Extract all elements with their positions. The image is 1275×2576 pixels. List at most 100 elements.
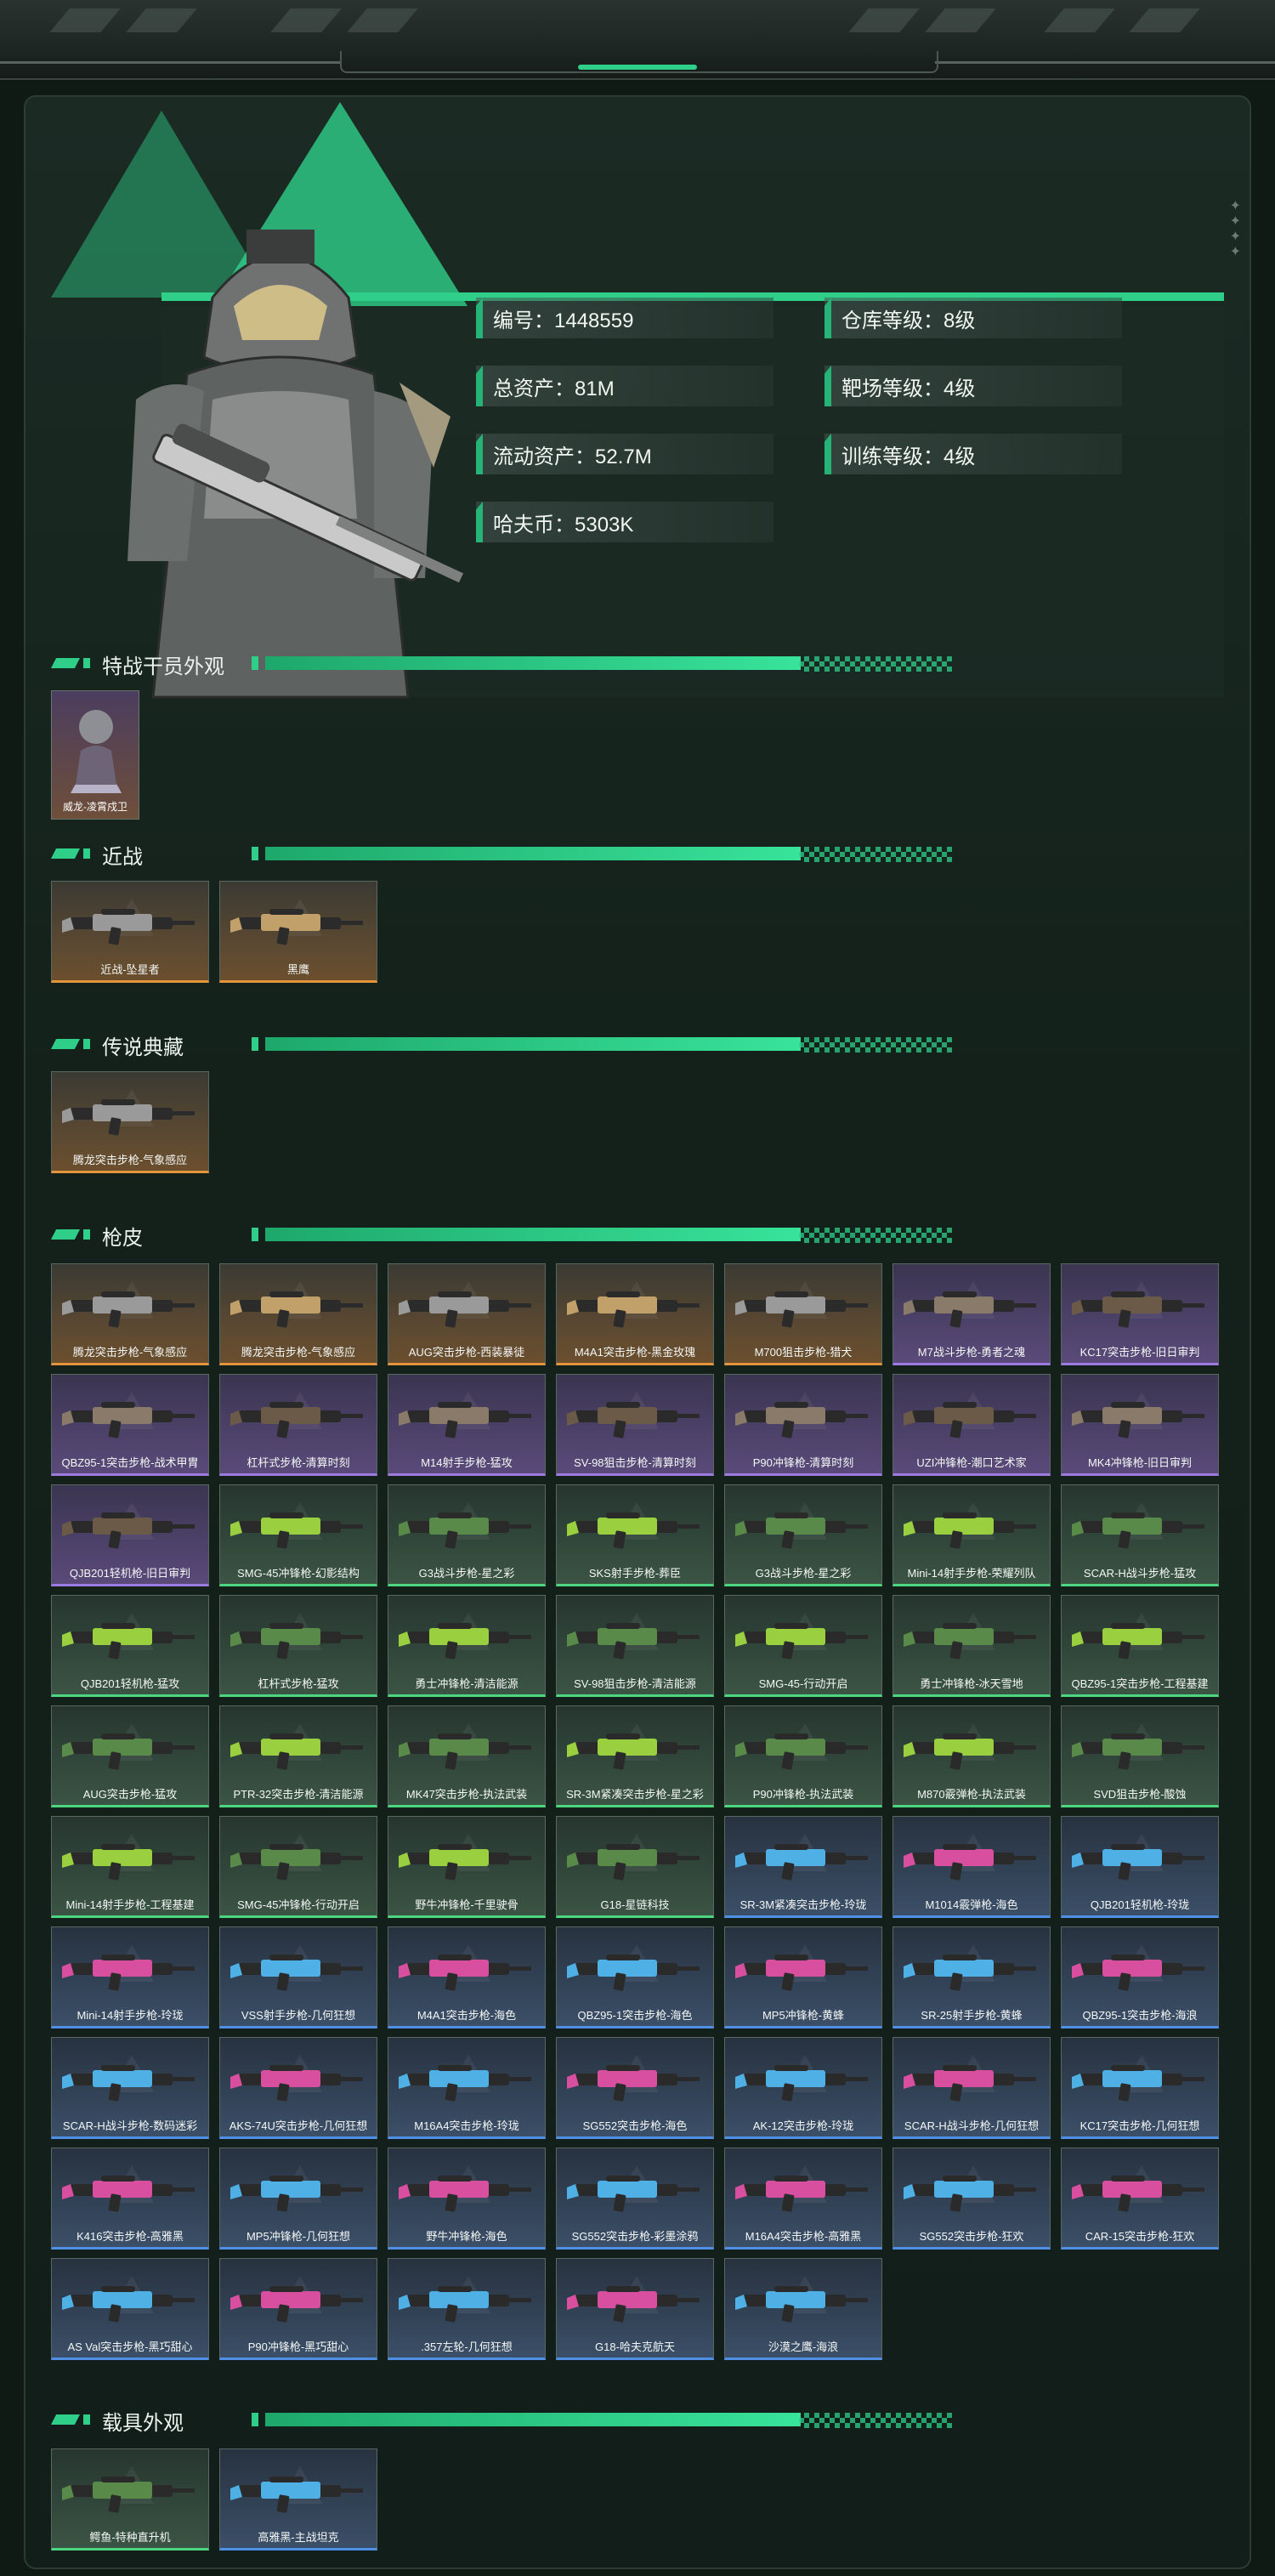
skin-card[interactable]: SG552突击步枪-海色 [556, 2037, 714, 2139]
skin-card[interactable]: M7战斗步枪-勇者之魂 [892, 1263, 1051, 1365]
vehicle-card[interactable]: 鳄鱼-特种直升机 [51, 2448, 209, 2550]
skin-card[interactable]: 勇士冲锋枪-清洁能源 [388, 1595, 546, 1697]
skin-card[interactable]: QBZ95-1突击步枪-战术甲胄 [51, 1374, 209, 1476]
skin-card[interactable]: MP5冲锋枪-几何狂想 [219, 2148, 377, 2250]
skin-image [230, 1402, 363, 1438]
skin-card[interactable]: M1014霰弹枪-海色 [892, 1816, 1051, 1918]
skin-card[interactable]: M16A4突击步枪-玲珑 [388, 2037, 546, 2139]
skin-card[interactable]: SKS射手步枪-葬臣 [556, 1484, 714, 1586]
skin-card[interactable]: KC17突击步枪-几何狂想 [1061, 2037, 1219, 2139]
skin-card[interactable]: G18-哈夫克航天 [556, 2258, 714, 2360]
skin-card[interactable]: CAR-15突击步枪-狂欢 [1061, 2148, 1219, 2250]
skin-card[interactable]: SR-25射手步枪-黄蜂 [892, 1926, 1051, 2028]
card-label: P90冲锋枪-黑巧甜心 [247, 2341, 349, 2353]
skin-card[interactable]: G3战斗步枪-星之彩 [388, 1484, 546, 1586]
stat-liquid-assets: 流动资产：52.7M [476, 434, 774, 474]
vehicle-card[interactable]: 高雅黑-主战坦克 [219, 2448, 377, 2550]
skin-card[interactable]: AUG突击步枪-西装暴徒 [388, 1263, 546, 1365]
skin-card[interactable]: QJB201轻机枪-旧日审判 [51, 1484, 209, 1586]
card-label: M7战斗步枪-勇者之魂 [917, 1346, 1026, 1359]
skin-card[interactable]: QBZ95-1突击步枪-海色 [556, 1926, 714, 2028]
skin-card[interactable]: SMG-45-行动开启 [724, 1595, 882, 1697]
card-label: PTR-32突击步枪-清洁能源 [233, 1788, 364, 1801]
skin-card[interactable]: M4A1突击步枪-黑金玫瑰 [556, 1263, 714, 1365]
skin-card[interactable]: Mini-14射手步枪-玲珑 [51, 1926, 209, 2028]
skin-card[interactable]: 杠杆式步枪-猛攻 [219, 1595, 377, 1697]
skin-card[interactable]: SR-3M紧凑突击步枪-玲珑 [724, 1816, 882, 1918]
skin-card[interactable]: 野牛冲锋枪-千里驶骨 [388, 1816, 546, 1918]
skin-card[interactable]: M16A4突击步枪-高雅黑 [724, 2148, 882, 2250]
skin-card[interactable]: QBZ95-1突击步枪-工程基建 [1061, 1595, 1219, 1697]
skin-card[interactable]: 野牛冲锋枪-海色 [388, 2148, 546, 2250]
card-label: 野牛冲锋枪-千里驶骨 [415, 1898, 518, 1911]
skin-card[interactable]: 杠杆式步枪-清算时刻 [219, 1374, 377, 1476]
skin-card[interactable]: AKS-74U突击步枪-几何狂想 [219, 2037, 377, 2139]
skin-card[interactable]: M700狙击步枪-猎犬 [724, 1263, 882, 1365]
card-label: SMG-45冲锋枪-幻影结构 [237, 1567, 360, 1580]
card-label: KC17突击步枪-旧日审判 [1080, 1346, 1200, 1359]
skin-card[interactable]: AS Val突击步枪-黑巧甜心 [51, 2258, 209, 2360]
skin-image [62, 2065, 195, 2102]
skin-card[interactable]: G3战斗步枪-星之彩 [724, 1484, 882, 1586]
skin-card[interactable]: 腾龙突击步枪-气象感应 [51, 1263, 209, 1365]
skin-card[interactable]: M4A1突击步枪-海色 [388, 1926, 546, 2028]
operator-skin-card[interactable]: 威龙-凌霄戍卫 [51, 690, 139, 820]
skin-card[interactable]: G18-星链科技 [556, 1816, 714, 1918]
skin-image [62, 1402, 195, 1438]
skin-card[interactable]: VSS射手步枪-几何狂想 [219, 1926, 377, 2028]
skin-card[interactable]: QBZ95-1突击步枪-海浪 [1061, 1926, 1219, 2028]
skin-card[interactable]: M870霰弹枪-执法武装 [892, 1705, 1051, 1807]
skin-card[interactable]: SG552突击步枪-狂欢 [892, 2148, 1051, 2250]
skin-card[interactable]: SV-98狙击步枪-清洁能源 [556, 1595, 714, 1697]
skin-image [1072, 1402, 1204, 1438]
stat-range-level: 靶场等级：4级 [824, 366, 1122, 406]
card-label: AUG突击步枪-西装暴徒 [408, 1346, 525, 1359]
skin-card[interactable]: MK47突击步枪-执法武装 [388, 1705, 546, 1807]
skin-card[interactable]: P90冲锋枪-黑巧甜心 [219, 2258, 377, 2360]
skin-card[interactable]: K416突击步枪-高雅黑 [51, 2148, 209, 2250]
skin-card[interactable]: P90冲锋枪-执法武装 [724, 1705, 882, 1807]
skin-card[interactable]: SR-3M紧凑突击步枪-星之彩 [556, 1705, 714, 1807]
skin-card[interactable]: PTR-32突击步枪-清洁能源 [219, 1705, 377, 1807]
melee-card[interactable]: 黑鹰 [219, 881, 377, 983]
skin-card[interactable]: AK-12突击步枪-玲珑 [724, 2037, 882, 2139]
skin-card[interactable]: QJB201轻机枪-玲珑 [1061, 1816, 1219, 1918]
skin-image [1072, 1512, 1204, 1549]
card-label: MP5冲锋枪-黄蜂 [762, 2009, 845, 2022]
skin-image [230, 2065, 363, 2102]
card-label: 威龙-凌霄戍卫 [63, 801, 128, 813]
legend-card[interactable]: 腾龙突击步枪-气象感应 [51, 1071, 209, 1173]
card-label: 杠杆式步枪-猛攻 [258, 1677, 339, 1690]
skin-card[interactable]: SCAR-H战斗步枪-数码迷彩 [51, 2037, 209, 2139]
skin-card[interactable]: 勇士冲锋枪-冰天雪地 [892, 1595, 1051, 1697]
skin-card[interactable]: P90冲锋枪-清算时刻 [724, 1374, 882, 1476]
skin-card[interactable]: Mini-14射手步枪-工程基建 [51, 1816, 209, 1918]
banner-line [0, 61, 340, 64]
skin-card[interactable]: .357左轮-几何狂想 [388, 2258, 546, 2360]
skin-card[interactable]: 沙漠之鹰-海浪 [724, 2258, 882, 2360]
card-label: G3战斗步枪-星之彩 [755, 1567, 852, 1580]
skin-card[interactable]: SV-98狙击步枪-清算时刻 [556, 1374, 714, 1476]
skin-card[interactable]: SMG-45冲锋枪-行动开启 [219, 1816, 377, 1918]
skin-card[interactable]: Mini-14射手步枪-荣耀列队 [892, 1484, 1051, 1586]
skin-card[interactable]: 腾龙突击步枪-气象感应 [219, 1263, 377, 1365]
skin-card[interactable]: AUG突击步枪-猛攻 [51, 1705, 209, 1807]
skin-image [904, 1955, 1036, 1991]
banner-accent [578, 65, 697, 70]
melee-card[interactable]: 近战-坠星者 [51, 881, 209, 983]
skin-card[interactable]: SMG-45冲锋枪-幻影结构 [219, 1484, 377, 1586]
skin-image [904, 1623, 1036, 1660]
skin-card[interactable]: UZI冲锋枪-潮口艺术家 [892, 1374, 1051, 1476]
skin-card[interactable]: QJB201轻机枪-猛攻 [51, 1595, 209, 1697]
skin-card[interactable]: SVD狙击步枪-酸蚀 [1061, 1705, 1219, 1807]
skin-card[interactable]: M14射手步枪-猛攻 [388, 1374, 546, 1476]
card-label: QJB201轻机枪-猛攻 [80, 1677, 180, 1690]
skin-card[interactable]: MK4冲锋枪-旧日审判 [1061, 1374, 1219, 1476]
skin-card[interactable]: KC17突击步枪-旧日审判 [1061, 1263, 1219, 1365]
section-title: 枪皮 [102, 1227, 143, 1250]
skin-card[interactable]: MP5冲锋枪-黄蜂 [724, 1926, 882, 2028]
skin-card[interactable]: SCAR-H战斗步枪-几何狂想 [892, 2037, 1051, 2139]
card-label: QJB201轻机枪-旧日审判 [69, 1567, 191, 1580]
skin-card[interactable]: SG552突击步枪-彩墨涂鸦 [556, 2148, 714, 2250]
skin-card[interactable]: SCAR-H战斗步枪-猛攻 [1061, 1484, 1219, 1586]
